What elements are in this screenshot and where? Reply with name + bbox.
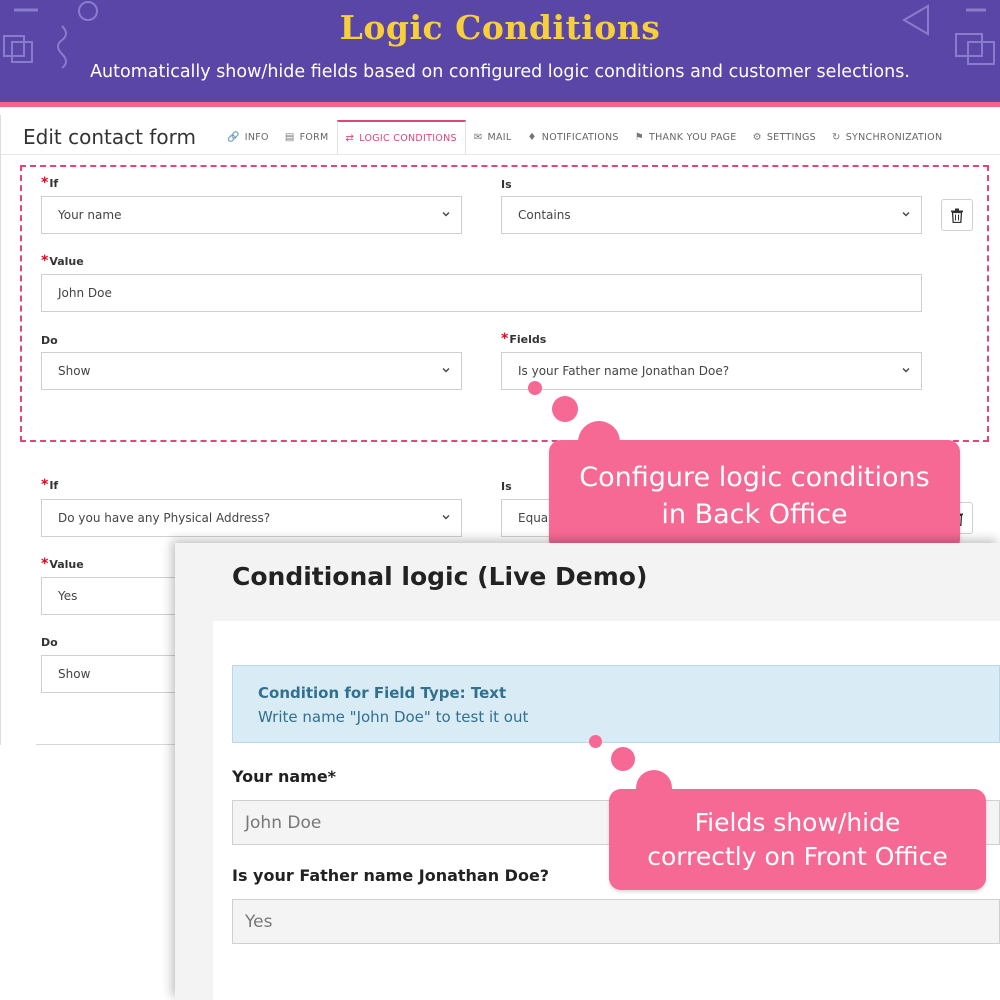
is-select-value: Contains (518, 208, 571, 222)
mail-icon: ✉ (473, 131, 483, 143)
banner-subtitle: Automatically show/hide fields based on … (90, 62, 910, 82)
callout-dot (589, 735, 602, 748)
if-select[interactable]: Your name (41, 196, 462, 234)
chevron-down-icon (442, 368, 450, 373)
required-mark: * (41, 477, 49, 493)
banner-accent-line (0, 102, 1000, 107)
if-select-value: Do you have any Physical Address? (58, 511, 271, 525)
callout-back-office: Configure logic conditions in Back Offic… (549, 440, 960, 551)
alert-heading: Condition for Field Type: Text (258, 684, 507, 702)
chevron-down-icon (902, 368, 910, 373)
your-name-label: Your name* (232, 767, 337, 786)
flag-icon: ⚑ (634, 131, 645, 143)
link-icon: 🔗 (227, 131, 240, 143)
do-label: Do (41, 334, 58, 347)
form-icon: ▤ (284, 131, 295, 143)
fields-select-value: Is your Father name Jonathan Doe? (518, 364, 730, 378)
condition-info-alert: Condition for Field Type: Text Write nam… (232, 665, 1000, 743)
value-input-text: John Doe (58, 286, 112, 300)
is-select-value: Equal (518, 511, 552, 525)
if-select-value: Your name (58, 208, 122, 222)
tab-info[interactable]: 🔗 INFO (219, 120, 277, 154)
is-label: Is (501, 178, 512, 191)
value-label-2: *Value (41, 556, 84, 572)
tab-label: NOTIFICATIONS (541, 131, 619, 143)
banner: Logic Conditions Automatically show/hide… (0, 0, 1000, 102)
shuffle-icon: ⇄ (345, 132, 355, 144)
father-name-value: Yes (245, 911, 273, 932)
required-mark: * (41, 175, 49, 191)
if-label: *If (41, 175, 59, 191)
if-select-2[interactable]: Do you have any Physical Address? (41, 499, 462, 537)
father-name-label: Is your Father name Jonathan Doe? (232, 866, 550, 885)
tab-label: FORM (299, 131, 329, 143)
do-label-2: Do (41, 636, 58, 649)
is-label-2: Is (501, 480, 512, 493)
chevron-down-icon (442, 515, 450, 520)
tab-thank-you-page[interactable]: ⚑ THANK YOU PAGE (627, 120, 745, 154)
alert-text: Write name "John Doe" to test it out (258, 708, 529, 726)
tab-divider (1, 154, 1000, 155)
tab-label: MAIL (487, 131, 512, 143)
bell-icon: ♦ (527, 131, 537, 143)
do-select[interactable]: Show (41, 352, 462, 390)
callout-dot (528, 381, 542, 395)
tab-label: SETTINGS (766, 131, 817, 143)
required-mark: * (501, 331, 509, 347)
tab-bar: 🔗 INFO ▤ FORM ⇄ LOGIC CONDITIONS ✉ MAIL … (219, 120, 950, 154)
front-office-panel: Conditional logic (Live Demo) Condition … (175, 543, 1000, 1000)
gear-icon: ⚙ (752, 131, 762, 143)
fields-select[interactable]: Is your Father name Jonathan Doe? (501, 352, 922, 390)
tab-form[interactable]: ▤ FORM (277, 120, 337, 154)
tab-label: LOGIC CONDITIONS (359, 132, 457, 144)
father-name-input[interactable]: Yes (232, 899, 1000, 944)
tab-label: SYNCHRONIZATION (845, 131, 943, 143)
tab-logic-conditions[interactable]: ⇄ LOGIC CONDITIONS (336, 120, 466, 154)
do-select-value: Show (58, 667, 91, 681)
tab-synchronization[interactable]: ↻ SYNCHRONIZATION (824, 120, 950, 154)
is-select[interactable]: Contains (501, 196, 922, 234)
your-name-value: John Doe (245, 812, 322, 833)
required-mark: * (41, 253, 49, 269)
callout-dot (611, 747, 635, 771)
if-label-2: *If (41, 477, 59, 493)
trash-icon (951, 208, 963, 223)
front-office-title: Conditional logic (Live Demo) (232, 562, 648, 591)
tab-label: THANK YOU PAGE (649, 131, 737, 143)
delete-condition-button[interactable] (941, 199, 973, 231)
do-select-value: Show (58, 364, 91, 378)
tab-label: INFO (244, 131, 269, 143)
value-input[interactable]: John Doe (41, 274, 922, 312)
tab-mail[interactable]: ✉ MAIL (466, 120, 520, 154)
callout-dot (552, 396, 578, 422)
fields-label: *Fields (501, 331, 547, 347)
tab-notifications[interactable]: ♦ NOTIFICATIONS (520, 120, 627, 154)
value-input-text: Yes (58, 589, 78, 603)
required-mark: * (41, 556, 49, 572)
page-title: Edit contact form (23, 125, 196, 149)
chevron-down-icon (902, 212, 910, 217)
callout-front-office: Fields show/hide correctly on Front Offi… (609, 789, 986, 890)
tab-settings[interactable]: ⚙ SETTINGS (745, 120, 824, 154)
value-label: *Value (41, 253, 84, 269)
refresh-icon: ↻ (832, 131, 841, 143)
chevron-down-icon (442, 212, 450, 217)
banner-title: Logic Conditions (339, 8, 661, 47)
